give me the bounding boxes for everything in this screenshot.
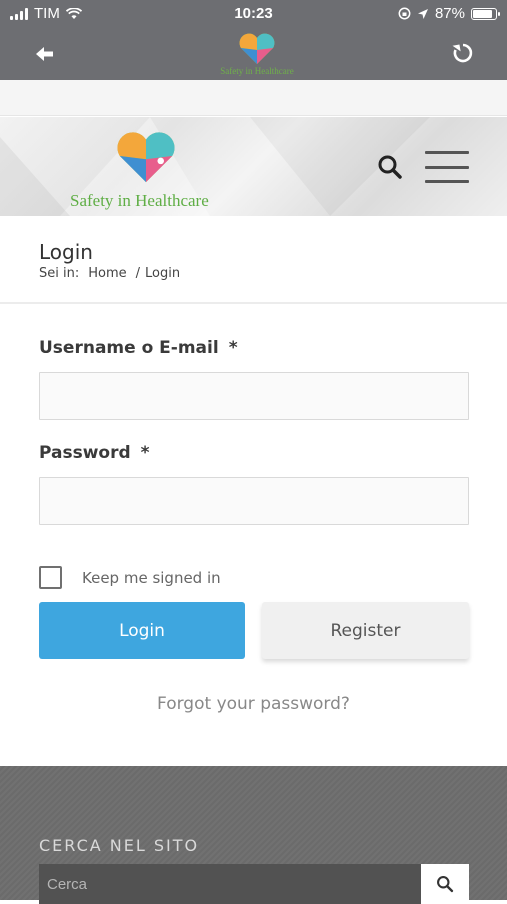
register-button[interactable]: Register	[262, 602, 469, 659]
reload-icon[interactable]	[451, 41, 475, 65]
battery-icon	[471, 7, 500, 20]
login-button[interactable]: Login	[39, 602, 245, 659]
back-arrow-icon[interactable]	[34, 42, 58, 66]
battery-percent: 87%	[434, 5, 465, 22]
password-field[interactable]	[39, 477, 469, 525]
location-icon	[417, 8, 428, 19]
required-marker: *	[140, 443, 150, 463]
site-logo-text: Safety in Healthcare	[70, 191, 209, 210]
battery-level	[473, 9, 493, 18]
address-strip	[0, 80, 507, 116]
breadcrumb: Sei in: Home / Login	[39, 266, 180, 281]
menu-icon[interactable]	[425, 151, 469, 183]
app-toolbar: Safety in Healthcare	[0, 28, 507, 80]
remember-checkbox[interactable]	[39, 566, 62, 589]
puzzle-heart-logo-icon	[117, 132, 175, 183]
status-right: 87%	[398, 5, 500, 22]
login-form: Username o E-mail * Password * Keep me sig…	[0, 304, 507, 766]
footer-search-heading: CERCA NEL SITO	[39, 836, 200, 855]
toolbar-logo: Safety in Healthcare	[212, 30, 302, 78]
site-header: Safety in Healthcare	[0, 117, 507, 216]
page-title: Login	[39, 240, 93, 264]
orientation-lock-icon	[398, 7, 411, 20]
site-search-input[interactable]	[39, 864, 421, 904]
username-label-text: Username o E-mail	[39, 338, 219, 358]
status-bar: TIM 10:23 87%	[0, 0, 507, 28]
password-label-text: Password	[39, 443, 131, 463]
menu-bar	[425, 165, 469, 169]
puzzle-heart-logo-icon	[239, 33, 275, 64]
remember-label: Keep me signed in	[82, 568, 221, 587]
remember-me[interactable]: Keep me signed in	[39, 566, 221, 589]
menu-bar	[425, 180, 469, 183]
required-marker: *	[228, 338, 238, 358]
menu-bar	[425, 151, 469, 154]
toolbar-logo-text: Safety in Healthcare	[220, 66, 294, 76]
password-label: Password *	[39, 443, 150, 463]
search-icon	[437, 876, 454, 893]
page-title-bar: Login Sei in: Home / Login	[0, 216, 507, 304]
site-search-button[interactable]	[421, 864, 469, 904]
username-field[interactable]	[39, 372, 469, 420]
breadcrumb-separator: /	[135, 266, 141, 281]
breadcrumb-current: Login	[145, 266, 181, 281]
forgot-password-link[interactable]: Forgot your password?	[0, 694, 507, 714]
breadcrumb-prefix: Sei in:	[39, 266, 80, 281]
username-label: Username o E-mail *	[39, 338, 238, 358]
search-icon[interactable]	[377, 154, 403, 180]
footer: CERCA NEL SITO	[0, 766, 507, 904]
site-logo[interactable]: Safety in Healthcare	[70, 125, 230, 215]
breadcrumb-home-link[interactable]: Home	[88, 266, 126, 281]
